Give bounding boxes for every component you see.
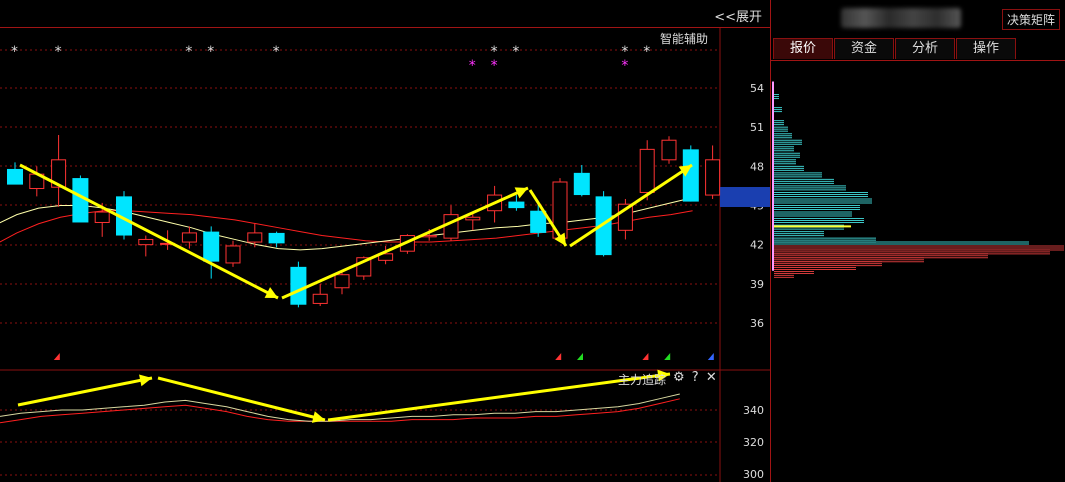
signal-marker (707, 353, 714, 360)
candle-body-up (443, 214, 459, 239)
smart-assist-label[interactable]: 智能辅助 (660, 30, 708, 47)
price-axis-label: 54 (750, 82, 764, 95)
price-axis-label: 51 (750, 121, 764, 134)
gear-icon[interactable]: ⚙ (673, 370, 685, 385)
candle-body-up (94, 211, 110, 223)
candle-body-down (268, 232, 285, 244)
star-marker: * (621, 58, 628, 74)
signal-marker (555, 353, 562, 360)
star-marker: * (55, 44, 62, 60)
candle-body-up (247, 232, 263, 243)
indicator-axis-label: 320 (743, 436, 764, 449)
blurred-stock-name (841, 8, 961, 28)
trend-arrow (19, 163, 279, 300)
candle-body-up (705, 159, 721, 196)
candle-body-down (573, 172, 590, 196)
signal-marker (53, 353, 60, 360)
candle-body-up (225, 245, 241, 264)
signal-marker (664, 353, 671, 360)
help-icon[interactable]: ? (692, 370, 699, 385)
price-axis-label: 36 (750, 317, 764, 330)
decision-matrix-button[interactable]: 决策矩阵 (1001, 9, 1060, 30)
star-marker: * (185, 44, 192, 60)
candle-body-up (312, 293, 328, 304)
close-icon[interactable]: ✕ (706, 370, 717, 385)
signal-marker (642, 353, 649, 360)
star-marker: * (512, 44, 519, 60)
candle-body-up (334, 274, 350, 289)
right-panel: 决策矩阵 报价 资金 分析 操作 (770, 0, 1065, 482)
star-marker: * (207, 44, 214, 60)
tab-quote[interactable]: 报价 (773, 38, 833, 59)
indicator-name: 主力追踪 (618, 373, 667, 387)
star-marker: * (643, 44, 650, 60)
chart-topbar: <<展开 (0, 0, 770, 28)
candle-body-down (7, 168, 23, 185)
star-marker: * (469, 58, 476, 74)
candle-body-up (661, 139, 677, 161)
indicator-axis-label: 340 (743, 404, 764, 417)
candle-body-down (290, 266, 307, 305)
expand-button[interactable]: <<展开 (714, 6, 762, 25)
tab-analysis[interactable]: 分析 (895, 38, 955, 59)
price-axis-label: 42 (750, 239, 764, 252)
volume-profile (772, 81, 1064, 278)
price-axis-label: 39 (750, 278, 764, 291)
indicator-axis-label: 300 (743, 468, 764, 481)
candle-body-down (203, 231, 220, 262)
panel-tabs: 报价 资金 分析 操作 (771, 38, 1065, 61)
signal-marker (577, 353, 583, 360)
indicator-arrow (17, 376, 153, 407)
star-marker: * (273, 44, 280, 60)
indicator-arrow (157, 376, 326, 422)
candle-body-up (181, 232, 197, 243)
candle-body-up (138, 238, 154, 246)
indicator-arrow-head (139, 374, 152, 387)
candle-body-down (508, 201, 525, 209)
star-marker: * (491, 58, 498, 74)
tab-operation[interactable]: 操作 (956, 38, 1016, 59)
price-axis-label: 48 (750, 160, 764, 173)
current-price-marker (720, 187, 770, 207)
tab-funds[interactable]: 资金 (834, 38, 894, 59)
candle-body-up (639, 148, 655, 193)
indicator-controls: ⚙ ? ✕ (670, 370, 717, 385)
star-marker: * (11, 44, 18, 60)
main-chart[interactable]: 54514845423936************340320300 (0, 0, 770, 482)
candle-body-up (465, 216, 481, 221)
